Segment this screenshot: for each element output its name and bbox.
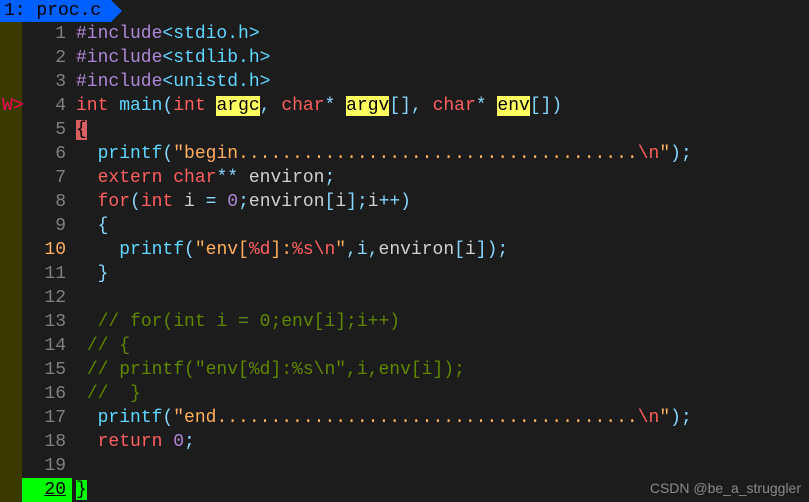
code-line: return 0; [72,430,195,454]
code-editor[interactable]: 1#include<stdio.h> 2#include<stdlib.h> 3… [0,22,809,502]
sign-col [0,238,22,262]
sign-col [0,142,22,166]
lineno: 5 [22,118,72,142]
sign-col [0,262,22,286]
lineno: 10 [22,238,72,262]
code-line: int main(int argc, char* argv[], char* e… [72,94,562,118]
sign-col [0,358,22,382]
sign-col [0,478,22,502]
lineno-current: 20 [22,478,72,502]
code-line: // for(int i = 0;env[i];i++) [72,310,400,334]
code-line: // } [72,382,141,406]
code-line: printf("end.............................… [72,406,692,430]
code-line: #include<stdio.h> [72,22,260,46]
code-line: #include<unistd.h> [72,70,270,94]
lineno: 7 [22,166,72,190]
lineno: 2 [22,46,72,70]
code-line: printf("begin...........................… [72,142,692,166]
lineno: 15 [22,358,72,382]
lineno: 9 [22,214,72,238]
sign-col [0,382,22,406]
lineno: 8 [22,190,72,214]
tab-label: 1: proc.c [4,1,101,21]
code-line: extern char** environ; [72,166,335,190]
code-line: { [72,214,108,238]
lineno: 19 [22,454,72,478]
lineno: 11 [22,262,72,286]
code-line [72,454,76,478]
watermark: CSDN @be_a_struggler [650,480,801,496]
lineno: 14 [22,334,72,358]
lineno: 17 [22,406,72,430]
warn-sign: W> [0,94,22,118]
sign-col [0,334,22,358]
code-line: // { [72,334,130,358]
code-line [72,286,76,310]
code-line: #include<stdlib.h> [72,46,270,70]
sign-col [0,22,22,46]
lineno: 3 [22,70,72,94]
code-line: for(int i = 0;environ[i];i++) [72,190,411,214]
lineno: 16 [22,382,72,406]
sign-col [0,190,22,214]
lineno: 18 [22,430,72,454]
code-line: printf("env[%d]:%s\n",i,environ[i]); [72,238,508,262]
lineno: 4 [22,94,72,118]
sign-col [0,70,22,94]
code-line: } [72,262,108,286]
lineno: 12 [22,286,72,310]
sign-col [0,166,22,190]
sign-col [0,310,22,334]
lineno: 13 [22,310,72,334]
code-line: // printf("env[%d]:%s\n",i,env[i]); [72,358,465,382]
sign-col [0,406,22,430]
sign-col [0,430,22,454]
code-line: } [72,478,87,502]
sign-col [0,214,22,238]
sign-col [0,286,22,310]
sign-col [0,46,22,70]
lineno: 1 [22,22,72,46]
code-line: { [72,118,87,142]
sign-col [0,454,22,478]
sign-col [0,118,22,142]
lineno: 6 [22,142,72,166]
buffer-tab[interactable]: 1: proc.c [0,0,111,22]
